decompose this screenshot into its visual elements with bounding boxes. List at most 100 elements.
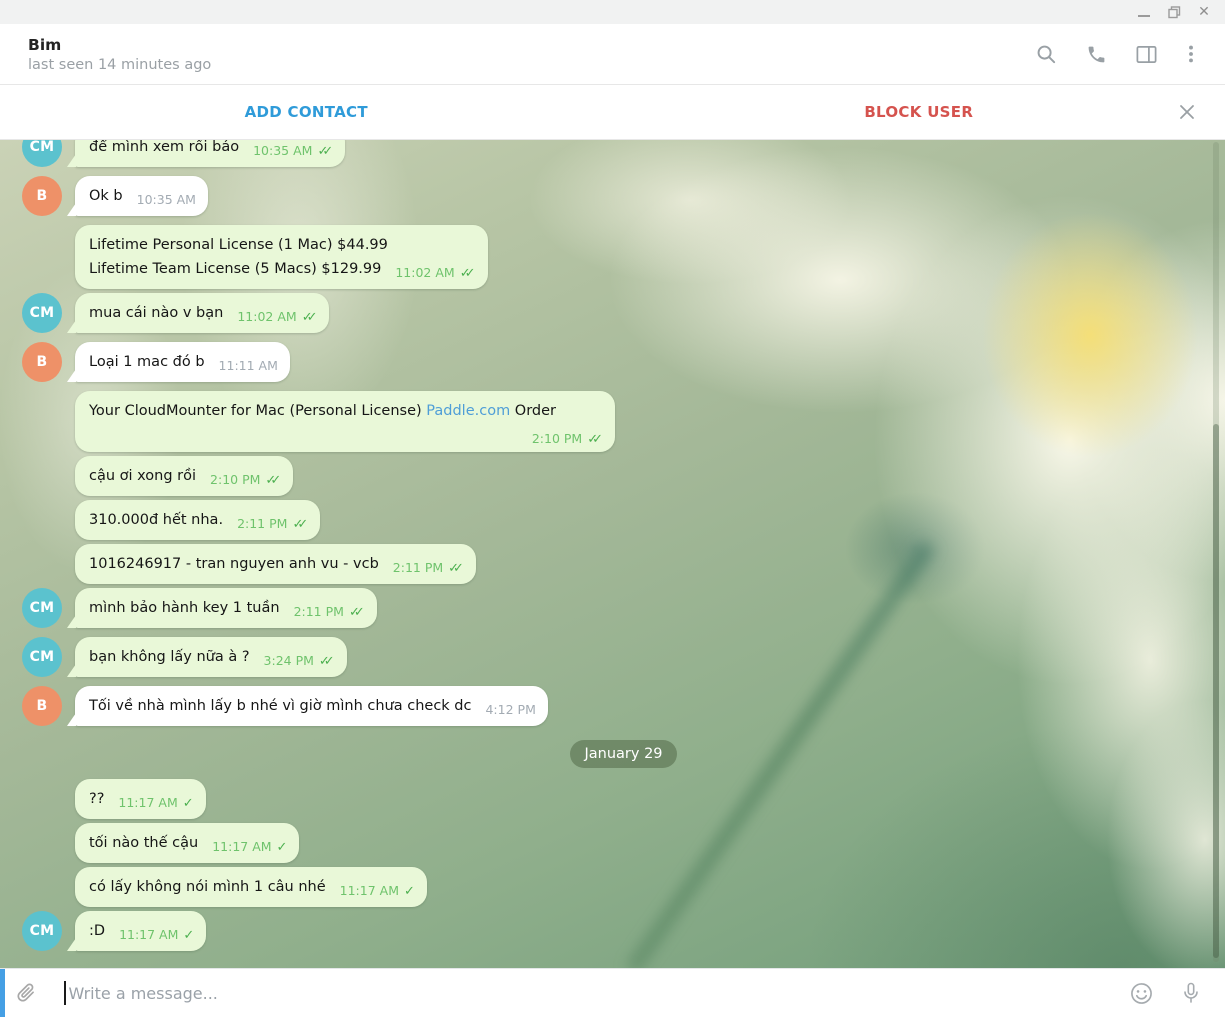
message-input[interactable] xyxy=(69,978,1116,1008)
message-text: Ok b xyxy=(89,188,123,204)
message-bubble[interactable]: mua cái nào v bạn11:02 AM✓✓ xyxy=(75,293,329,333)
avatar-slot: CM xyxy=(22,588,62,628)
message-bubble[interactable]: Lifetime Personal License (1 Mac) $44.99… xyxy=(75,225,488,289)
message-time: 3:24 PM xyxy=(264,653,314,668)
call-button[interactable] xyxy=(1071,32,1121,76)
message-bubble[interactable]: tối nào thế cậu11:17 AM✓ xyxy=(75,823,299,863)
message-bubble[interactable]: Tối về nhà mình lấy b nhé vì giờ mình ch… xyxy=(75,686,548,726)
message-text: tối nào thế cậu xyxy=(89,835,198,851)
message-bubble[interactable]: 310.000đ hết nha. 2:11 PM✓✓ xyxy=(75,500,320,540)
avatar-cm[interactable]: CM xyxy=(22,637,62,677)
avatar-cm[interactable]: CM xyxy=(22,293,62,333)
text-caret xyxy=(64,981,66,1005)
message-text: 1016246917 - tran nguyen anh vu - vcb xyxy=(89,556,379,572)
message-row: CMmua cái nào v bạn11:02 AM✓✓ xyxy=(22,293,1225,333)
message-text: ?? xyxy=(89,791,104,807)
date-divider: January 29 xyxy=(570,740,676,768)
avatar-cm[interactable]: CM xyxy=(22,911,62,951)
toggle-sidebar-button[interactable] xyxy=(1121,32,1171,76)
message-meta: 2:11 PM✓✓ xyxy=(393,560,464,575)
single-check-icon: ✓ xyxy=(404,884,415,899)
os-titlebar: ✕ xyxy=(0,0,1225,24)
message-meta: 2:10 PM✓✓ xyxy=(532,431,603,446)
avatar-cm[interactable]: CM xyxy=(22,588,62,628)
message-bubble[interactable]: Your CloudMounter for Mac (Personal Lice… xyxy=(75,391,615,452)
message-time: 11:11 AM xyxy=(219,358,278,373)
message-row: CM để mình xem rồi báo 10:35 AM✓✓ xyxy=(22,140,1225,167)
message-row: B Ok b10:35 AM xyxy=(22,176,1225,216)
message-text: mình bảo hành key 1 tuần xyxy=(89,600,280,616)
scrollbar-thumb[interactable] xyxy=(1213,424,1219,958)
panel-resize-strip[interactable] xyxy=(0,969,5,1017)
dismiss-bar-button[interactable] xyxy=(1167,85,1207,139)
close-icon xyxy=(1177,102,1197,122)
message-meta: 10:35 AM✓✓ xyxy=(253,143,333,158)
message-row: CM mình bảo hành key 1 tuần 2:11 PM ✓✓ xyxy=(22,588,1225,628)
message-bubble[interactable]: Loại 1 mac đó b11:11 AM xyxy=(75,342,290,382)
attach-button[interactable] xyxy=(0,969,52,1018)
header-actions xyxy=(1021,32,1211,76)
add-contact-button[interactable]: ADD CONTACT xyxy=(245,103,368,121)
voice-record-button[interactable] xyxy=(1167,969,1215,1018)
message-meta: 2:11 PM✓✓ xyxy=(237,516,308,531)
message-bubble[interactable]: Ok b10:35 AM xyxy=(75,176,208,216)
message-bubble[interactable]: ??11:17 AM✓ xyxy=(75,779,206,819)
restore-button[interactable] xyxy=(1159,0,1189,24)
columns-icon xyxy=(1135,43,1158,66)
link-paddle-com[interactable]: Paddle.com xyxy=(426,403,510,419)
date-divider-row: January 29 xyxy=(22,740,1225,768)
message-meta: 11:17 AM ✓ xyxy=(340,883,415,898)
double-check-icon: ✓✓ xyxy=(349,605,365,620)
double-check-icon: ✓✓ xyxy=(448,561,464,576)
minimize-button[interactable] xyxy=(1129,0,1159,24)
avatar-b[interactable]: B xyxy=(22,686,62,726)
message-bubble[interactable]: cậu ơi xong rồi2:10 PM✓✓ xyxy=(75,456,293,496)
message-text: mua cái nào v bạn xyxy=(89,305,223,321)
chat-header: Bim last seen 14 minutes ago xyxy=(0,24,1225,85)
message-time: 11:17 AM xyxy=(340,883,399,898)
add-contact-area: ADD CONTACT xyxy=(0,85,613,139)
message-time: 2:11 PM xyxy=(294,604,344,619)
message-meta: 11:17 AM✓ xyxy=(119,927,194,942)
message-bubble[interactable]: để mình xem rồi báo 10:35 AM✓✓ xyxy=(75,140,345,167)
message-row: Your CloudMounter for Mac (Personal Lice… xyxy=(22,391,1225,452)
message-bubble[interactable]: :D11:17 AM✓ xyxy=(75,911,206,951)
message-time: 4:12 PM xyxy=(485,702,535,717)
message-meta: 4:12 PM xyxy=(485,702,535,717)
chat-scrollbar[interactable] xyxy=(1213,142,1219,962)
message-bubble[interactable]: bạn không lấy nữa à ?3:24 PM✓✓ xyxy=(75,637,347,677)
message-bubble[interactable]: có lấy không nói mình 1 câu nhé11:17 AM✓ xyxy=(75,867,427,907)
avatar-b[interactable]: B xyxy=(22,342,62,382)
message-time: 11:17 AM xyxy=(119,927,178,942)
search-button[interactable] xyxy=(1021,32,1071,76)
emoji-button[interactable] xyxy=(1115,969,1167,1018)
avatar-cm[interactable]: CM xyxy=(22,140,62,167)
avatar-slot: B xyxy=(22,176,62,216)
message-bubble[interactable]: mình bảo hành key 1 tuần 2:11 PM ✓✓ xyxy=(75,588,377,628)
menu-button[interactable] xyxy=(1171,32,1211,76)
message-meta: 11:11 AM xyxy=(219,358,278,373)
peer-info[interactable]: Bim last seen 14 minutes ago xyxy=(28,36,211,73)
message-text: Your CloudMounter for Mac (Personal Lice… xyxy=(89,403,556,419)
avatar-b[interactable]: B xyxy=(22,176,62,216)
message-text: Tối về nhà mình lấy b nhé vì giờ mình ch… xyxy=(89,698,471,714)
single-check-icon: ✓ xyxy=(183,796,194,811)
composer xyxy=(0,968,1225,1017)
peer-name: Bim xyxy=(28,36,211,54)
message-row: B Loại 1 mac đó b11:11 AM xyxy=(22,342,1225,382)
message-time: 11:17 AM xyxy=(212,839,271,854)
message-row: 1016246917 - tran nguyen anh vu - vcb 2:1… xyxy=(22,544,1225,584)
double-check-icon: ✓✓ xyxy=(317,144,333,159)
kebab-menu-icon xyxy=(1180,43,1202,65)
close-window-button[interactable]: ✕ xyxy=(1189,0,1219,24)
message-text: để mình xem rồi báo xyxy=(89,140,239,155)
smiley-icon xyxy=(1129,981,1154,1006)
message-time: 11:02 AM xyxy=(237,309,296,324)
message-bubble[interactable]: 1016246917 - tran nguyen anh vu - vcb 2:1… xyxy=(75,544,476,584)
block-user-button[interactable]: BLOCK USER xyxy=(864,103,973,121)
message-row: có lấy không nói mình 1 câu nhé11:17 AM✓ xyxy=(22,867,1225,907)
chat-area: CM để mình xem rồi báo 10:35 AM✓✓ B Ok b10:3… xyxy=(0,140,1225,968)
message-text: 310.000đ hết nha. xyxy=(89,512,223,528)
message-row: CM bạn không lấy nữa à ?3:24 PM✓✓ xyxy=(22,637,1225,677)
message-time: 11:02 AM xyxy=(395,265,454,280)
